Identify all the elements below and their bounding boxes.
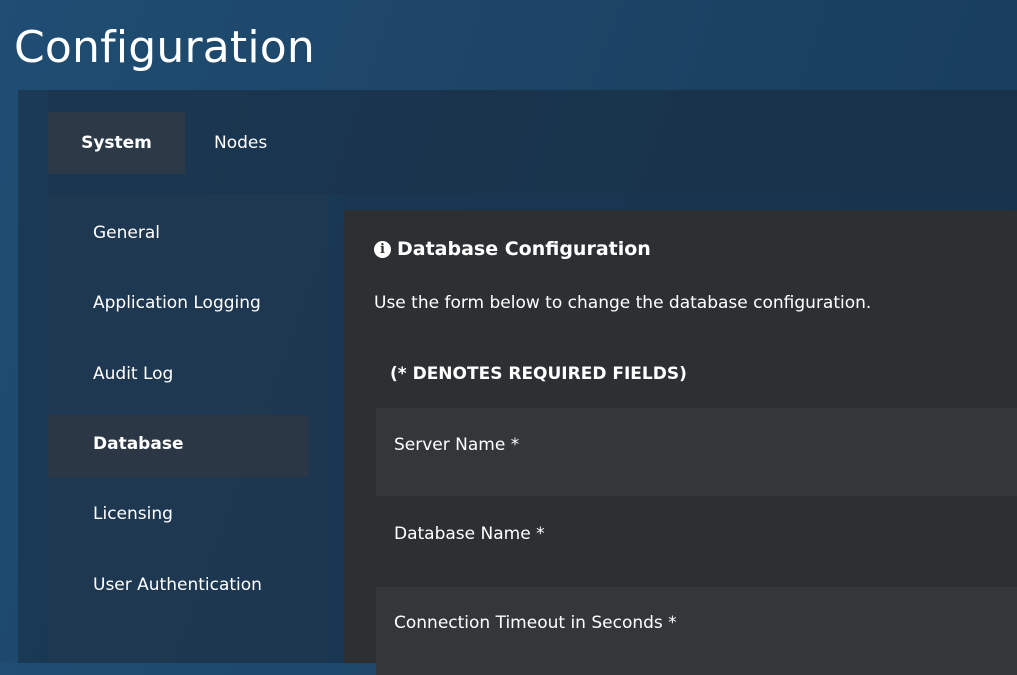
section-title: i Database Configuration (374, 238, 651, 260)
sidebar-item-label: Audit Log (93, 364, 174, 384)
section-title-text: Database Configuration (397, 238, 651, 260)
server-name-field[interactable]: Server Name * (376, 408, 1017, 496)
sidebar-item-label: User Authentication (93, 575, 262, 595)
tab-system[interactable]: System (48, 112, 185, 174)
sidebar-item-application-logging[interactable]: Application Logging (48, 274, 308, 336)
tab-nodes[interactable]: Nodes (214, 112, 267, 174)
sidebar-item-label: Licensing (93, 504, 173, 524)
server-name-label: Server Name * (394, 435, 520, 455)
database-configuration-panel: i Database Configuration Use the form be… (344, 210, 1017, 675)
sidebar-item-audit-log[interactable]: Audit Log (48, 345, 308, 407)
sidebar-item-licensing[interactable]: Licensing (48, 485, 308, 547)
tab-bar: System Nodes (48, 90, 1017, 194)
sidebar-item-database[interactable]: Database (48, 415, 308, 477)
connection-timeout-field[interactable]: Connection Timeout in Seconds * (376, 587, 1017, 675)
sidebar-item-label: General (93, 223, 160, 243)
required-fields-note: (* DENOTES REQUIRED FIELDS) (390, 364, 687, 384)
sidebar-item-user-authentication[interactable]: User Authentication (48, 556, 308, 618)
sidebar-item-label: Application Logging (93, 293, 261, 313)
section-description: Use the form below to change the databas… (374, 293, 872, 313)
page-title: Configuration (14, 22, 315, 73)
database-name-field[interactable]: Database Name * (376, 496, 1017, 584)
sidebar-item-general[interactable]: General (48, 204, 308, 266)
info-icon: i (374, 240, 391, 258)
configuration-panel: System Nodes General Application Logging… (18, 90, 1017, 675)
connection-timeout-label: Connection Timeout in Seconds * (394, 613, 677, 633)
sidebar-item-label: Database (93, 434, 184, 454)
sidebar: General Application Logging Audit Log Da… (48, 194, 328, 663)
database-name-label: Database Name * (394, 524, 545, 544)
